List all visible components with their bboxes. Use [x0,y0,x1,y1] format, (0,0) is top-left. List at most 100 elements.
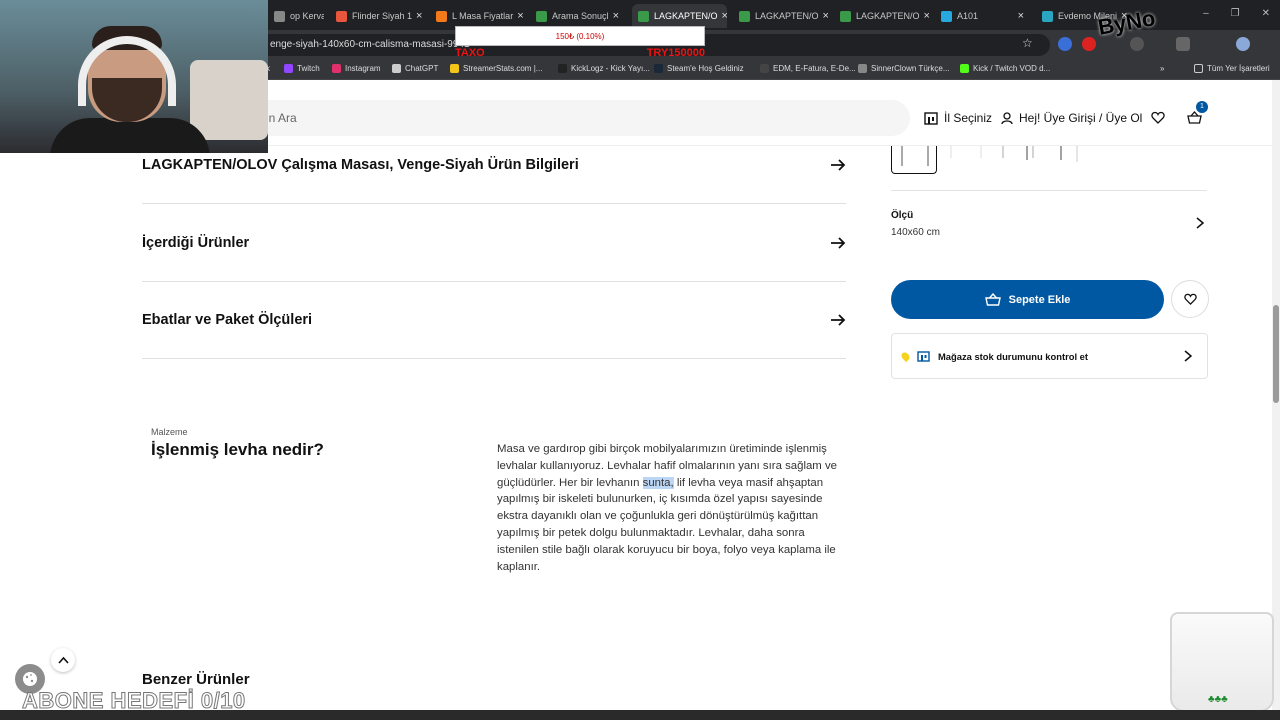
tab-close-icon[interactable]: × [412,10,422,22]
variant-thumbnail[interactable] [943,146,989,174]
chevron-right-icon [1184,350,1193,362]
bookmark-link[interactable]: Steam'e Hoş Geldiniz [654,64,744,73]
size-value[interactable]: 140x60 cm [891,227,940,238]
extension-icon[interactable] [1082,37,1096,51]
bottom-bar [0,710,1280,720]
tab-label: LAGKAPTEN/O [654,11,718,21]
bookmark-link[interactable]: SinnerClown Türkçe... [858,64,950,73]
back-to-top-button[interactable] [51,648,75,672]
browser-tab[interactable]: Flinder Siyah 1 × [330,4,425,28]
bookmark-link[interactable]: Twitch [284,64,320,73]
bookmark-link[interactable]: ChatGPT [392,64,438,73]
cart-button[interactable] [1187,111,1202,124]
bookmark-label: Kick / Twitch VOD d... [973,64,1051,73]
browser-tab[interactable]: L Masa Fiyatlar × [430,4,525,28]
browser-tab[interactable]: A101 × [935,4,1030,28]
chevron-right-icon[interactable] [1194,216,1206,230]
store-label: İl Seçiniz [944,111,993,125]
accordion-included-products[interactable]: İçerdiği Ürünler [142,204,846,282]
browser-tab[interactable]: op Kerva× [268,4,324,28]
bookmark-label: Instagram [345,64,381,73]
scrollbar-thumb[interactable] [1273,305,1279,403]
tab-favicon-icon [436,10,447,22]
tab-close-icon[interactable]: × [1014,10,1024,22]
bookmark-favicon-icon [558,64,567,73]
basket-icon [1187,111,1202,124]
tab-close-icon[interactable]: × [609,10,619,22]
variant-thumbnails [891,146,1207,191]
folder-icon [1194,64,1203,73]
bookmark-label: EDM, E-Fatura, E-De... [773,64,856,73]
materials-description: Masa ve gardırop gibi birçok mobilyaları… [497,441,837,575]
bookmark-label: Twitch [297,64,320,73]
add-to-cart-label: Sepete Ekle [1008,293,1071,306]
accordion-label: LAGKAPTEN/OLOV Çalışma Masası, Venge-Siy… [142,156,579,173]
materials-kicker: Malzeme [151,427,188,437]
extension-icon[interactable] [1058,37,1072,51]
arrow-right-icon [831,158,846,171]
browser-tab[interactable]: LAGKAPTEN/O × [733,4,828,28]
bookmark-favicon-icon [960,64,969,73]
tab-favicon-icon [274,10,285,22]
store-icon [924,111,938,125]
tab-close-icon[interactable]: × [513,10,523,22]
bookmarks-more-button[interactable]: » [1160,64,1164,73]
variant-thumbnail[interactable] [891,146,937,174]
store-selector[interactable]: İl Seçiniz [924,111,992,125]
profile-icon[interactable] [1236,37,1250,51]
cookie-icon [23,672,37,686]
stock-check-label: Mağaza stok durumunu kontrol et [938,350,1089,362]
tab-close-icon[interactable]: × [718,10,727,22]
bookmark-favicon-icon [858,64,867,73]
heart-icon [1151,111,1165,124]
tab-close-icon[interactable]: × [819,10,828,22]
bookmark-favicon-icon [392,64,401,73]
bookmark-star-icon[interactable]: ☆ [1022,36,1033,50]
all-bookmarks-label: Tüm Yer İşaretleri [1207,64,1270,73]
ticker-left-label: TAXO [455,47,485,59]
store-icon [917,350,930,362]
tab-close-icon[interactable]: × [920,10,929,22]
browser-tab[interactable]: Arama Sonuçl × [530,4,625,28]
bookmark-label: Steam'e Hoş Geldiniz [667,64,744,73]
selected-text: sunta, [642,476,674,489]
add-to-favorites-button[interactable] [1171,280,1209,318]
accordion-label: Ebatlar ve Paket Ölçüleri [142,311,313,328]
bookmark-link[interactable]: Kick / Twitch VOD d... [960,64,1050,73]
favorites-button[interactable] [1151,111,1165,124]
heart-icon [1183,293,1197,305]
materials-text-part: lif levha veya masif ahşaptan yapılmış b… [497,476,836,573]
tab-label: Flinder Siyah 1 [352,11,413,21]
user-icon [1001,111,1013,124]
extensions-puzzle-icon[interactable] [1176,37,1190,51]
tab-label: Arama Sonuçl [552,11,609,21]
materials-title: İşlenmiş levha nedir? [151,440,324,459]
location-pin-icon [899,350,912,362]
bookmark-favicon-icon [654,64,663,73]
browser-tab[interactable]: LAGKAPTEN/O × [834,4,929,28]
bookmark-link[interactable]: KickLogz - Kick Yayı... [558,64,650,73]
tab-favicon-icon [336,10,347,22]
bookmark-label: ChatGPT [405,64,439,73]
store-stock-check[interactable]: Mağaza stok durumunu kontrol et [891,333,1208,379]
similar-products-title: Benzer Ürünler [142,671,250,688]
tab-label: L Masa Fiyatlar [452,11,514,21]
tab-favicon-icon [1042,10,1053,22]
bookmark-link[interactable]: Instagram [332,64,381,73]
window-controls[interactable]: – ❐ ✕ [1203,8,1270,19]
tab-label: op Kerva [290,11,324,21]
variant-thumbnail[interactable] [1021,146,1067,174]
bookmark-link[interactable]: EDM, E-Fatura, E-De... [760,64,856,73]
tab-label: A101 [957,11,979,21]
extension-icon[interactable] [1130,37,1144,51]
tab-favicon-icon [536,10,547,22]
bookmark-link[interactable]: StreamerStats.com |... [450,64,542,73]
browser-tab[interactable]: LAGKAPTEN/O × [632,4,727,28]
bookmark-label: StreamerStats.com |... [463,64,543,73]
glass-overlay-widget: ♣♣♣ [1170,612,1274,712]
accordion-dimensions[interactable]: Ebatlar ve Paket Ölçüleri [142,281,846,359]
variant-thumbnail[interactable] [1073,146,1119,174]
login-link[interactable]: Hej! Üye Girişi / Üye Ol [1001,111,1142,125]
all-bookmarks-link[interactable]: Tüm Yer İşaretleri [1194,64,1270,73]
add-to-cart-button[interactable]: Sepete Ekle [891,280,1164,319]
